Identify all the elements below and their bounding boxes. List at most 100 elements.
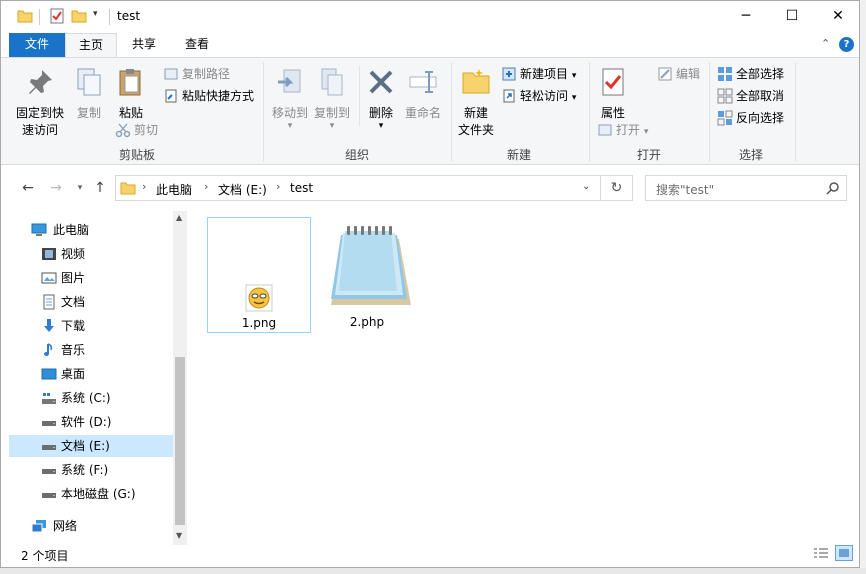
download-icon [44, 319, 54, 332]
forward-button[interactable]: → [47, 179, 65, 197]
drive-icon [42, 445, 56, 450]
move-to-label: 移动到 [271, 106, 308, 120]
ribbon-tabs: 文件 主页 共享 查看 ⌃ ? [1, 33, 859, 58]
up-button[interactable]: ↑ [91, 179, 109, 197]
properties-quick-icon[interactable] [49, 8, 65, 24]
nav-item-this-pc[interactable]: 此电脑 [9, 219, 173, 241]
nav-label: 系统 (F:) [61, 463, 109, 477]
nav-item-drive-g[interactable]: 本地磁盘 (G:) [9, 483, 173, 505]
move-to-button[interactable]: 移动到 ▾ [269, 66, 311, 131]
nav-item-documents[interactable]: 文档 [9, 291, 173, 313]
large-icons-view-icon[interactable] [835, 545, 853, 561]
edit-button[interactable]: 编辑 [657, 64, 700, 84]
chevron-right-icon: › [142, 180, 147, 193]
nav-scrollbar[interactable]: ▲ ▼ [173, 211, 187, 545]
copy-path-label: 复制路径 [182, 67, 231, 81]
nav-item-videos[interactable]: 视频 [9, 243, 173, 265]
invert-selection-button[interactable]: 反向选择 [717, 108, 784, 128]
file-item[interactable]: 2.php [315, 217, 419, 333]
window-edge-bottom [0, 568, 866, 574]
easy-access-button[interactable]: 轻松访问 ▾ [501, 86, 576, 106]
refresh-button[interactable]: ↻ [601, 175, 633, 201]
nav-item-drive-e[interactable]: 文档 (E:) [9, 435, 173, 457]
invert-selection-label: 反向选择 [736, 111, 785, 125]
group-label-select: 选择 [738, 148, 763, 162]
chevron-right-icon: › [276, 180, 281, 193]
nav-item-network[interactable]: 网络 [9, 515, 173, 537]
paste-shortcut-label: 粘贴快捷方式 [182, 89, 255, 103]
search-box[interactable]: 搜索"test" [645, 175, 847, 201]
new-item-button[interactable]: 新建项目 ▾ [501, 64, 576, 84]
select-all-label: 全部选择 [736, 67, 785, 81]
properties-button[interactable]: 属性 [593, 66, 633, 122]
collapse-ribbon-icon[interactable]: ⌃ [821, 37, 830, 50]
delete-label: 删除 [368, 106, 393, 120]
nav-item-drive-f[interactable]: 系统 (F:) [9, 459, 173, 481]
back-button[interactable]: ← [19, 179, 37, 197]
navigation-pane: 此电脑 视频 图片 文档 下载 音乐 桌面 系统 (C:) 软件 (D:) 文档… [9, 211, 173, 543]
computer-icon [31, 223, 47, 236]
maximize-button[interactable]: ☐ [769, 1, 815, 31]
open-button[interactable]: 打开 ▾ [597, 120, 648, 140]
tab-view[interactable]: 查看 [173, 33, 221, 57]
quick-access-dropdown-icon[interactable]: ▾ [93, 9, 98, 19]
breadcrumb-test[interactable]: test [290, 181, 313, 195]
select-none-button[interactable]: 全部取消 [717, 86, 784, 106]
title-bar: ▾ test ─ ☐ ✕ [1, 1, 859, 33]
rename-button[interactable]: 重命名 [401, 66, 445, 122]
nav-label: 桌面 [61, 367, 86, 381]
desktop-icon [41, 368, 57, 380]
group-label-new: 新建 [506, 148, 531, 162]
breadcrumb-drive-e[interactable]: 文档 (E:) [218, 181, 267, 198]
new-folder-quick-icon[interactable] [71, 8, 87, 24]
copy-icon [77, 68, 101, 96]
new-folder-button[interactable]: 新建 文件夹 [455, 66, 497, 139]
paste-shortcut-button[interactable]: 粘贴快捷方式 [163, 86, 254, 106]
nav-label: 文档 (E:) [61, 439, 110, 453]
chevron-down-icon[interactable]: ⌄ [582, 181, 590, 192]
file-item[interactable]: 1.png [207, 217, 311, 333]
nav-item-downloads[interactable]: 下载 [9, 315, 173, 337]
music-icon [44, 343, 53, 356]
copy-to-button[interactable]: 复制到 ▾ [311, 66, 353, 131]
tab-share[interactable]: 共享 [121, 33, 167, 57]
new-folder-icon [462, 69, 490, 94]
scroll-down-icon[interactable]: ▼ [176, 531, 182, 540]
close-button[interactable]: ✕ [815, 1, 859, 31]
details-view-icon[interactable] [813, 547, 829, 561]
cut-label: 剪切 [134, 123, 159, 137]
window-title: test [117, 9, 141, 23]
scroll-up-icon[interactable]: ▲ [176, 213, 182, 222]
drive-c-icon [42, 393, 56, 404]
recent-locations-dropdown-icon[interactable]: ▾ [71, 179, 89, 197]
nav-label: 下载 [61, 319, 86, 333]
nav-item-desktop[interactable]: 桌面 [9, 363, 173, 385]
delete-button[interactable]: 删除 ▾ [363, 66, 399, 131]
copy-to-icon [321, 68, 343, 96]
ribbon: 固定到快 速访问 复制 粘贴 复制路径 粘贴快捷方式 剪切 剪贴板 移动到 ▾ … [1, 57, 859, 165]
nav-item-drive-d[interactable]: 软件 (D:) [9, 411, 173, 433]
select-all-button[interactable]: 全部选择 [717, 64, 784, 84]
tab-home[interactable]: 主页 [65, 33, 117, 58]
cut-button[interactable]: 剪切 [115, 120, 158, 140]
pin-icon [29, 70, 52, 94]
easy-access-icon [503, 89, 515, 103]
edit-icon [658, 67, 672, 81]
pin-quick-access-button[interactable]: 固定到快 速访问 [11, 66, 69, 139]
scrollbar-thumb[interactable] [175, 357, 185, 525]
nav-item-drive-c[interactable]: 系统 (C:) [9, 387, 173, 409]
paste-button[interactable]: 粘贴 [111, 66, 151, 122]
copy-path-button[interactable]: 复制路径 [163, 64, 230, 84]
minimize-button[interactable]: ─ [723, 1, 769, 31]
address-bar[interactable]: › 此电脑 › 文档 (E:) › test ⌄ [115, 175, 601, 201]
invert-selection-icon [717, 110, 733, 126]
edit-label: 编辑 [676, 67, 701, 81]
tab-file[interactable]: 文件 [9, 33, 65, 57]
picture-icon [41, 272, 57, 284]
file-name: 2.php [349, 315, 385, 329]
copy-button[interactable]: 复制 [71, 66, 107, 122]
nav-item-music[interactable]: 音乐 [9, 339, 173, 361]
nav-item-pictures[interactable]: 图片 [9, 267, 173, 289]
breadcrumb-this-pc[interactable]: 此电脑 [156, 181, 192, 198]
help-icon[interactable]: ? [839, 37, 854, 52]
